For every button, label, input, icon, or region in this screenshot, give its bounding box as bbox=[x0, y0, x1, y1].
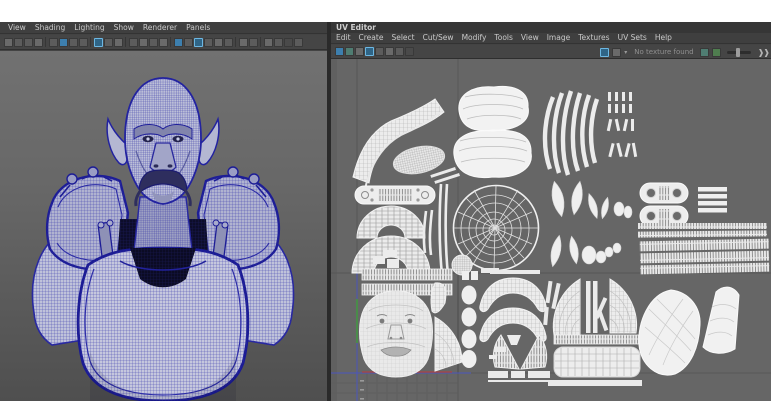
uv-shell-slant-strips[interactable] bbox=[430, 167, 460, 184]
uv-shell-bent-strap[interactable] bbox=[353, 99, 444, 189]
rotate-icon[interactable] bbox=[49, 38, 58, 47]
snap-curve-icon[interactable] bbox=[79, 38, 88, 47]
uv-shell-hatched-band-block[interactable] bbox=[638, 223, 769, 274]
viewport-menu-view[interactable]: View bbox=[8, 23, 26, 33]
uv-shell-bar-stack[interactable] bbox=[698, 187, 727, 213]
uv-shell-ragged-strip[interactable] bbox=[488, 371, 550, 382]
ao-icon[interactable] bbox=[149, 38, 158, 47]
uv-shell-hole-capsules[interactable] bbox=[640, 183, 688, 226]
uv-menu-tools[interactable]: Tools bbox=[494, 33, 512, 43]
uv-menu-view[interactable]: View bbox=[521, 33, 539, 43]
uv-menu-modify[interactable]: Modify bbox=[462, 33, 487, 43]
texture-status: No texture found bbox=[634, 48, 693, 56]
uv-shell-torso-blobs[interactable] bbox=[454, 86, 532, 177]
uv-grid-icon[interactable] bbox=[335, 47, 344, 56]
uv-shell-curved-strips[interactable] bbox=[545, 91, 597, 175]
scale-icon[interactable] bbox=[59, 38, 68, 47]
res-gate-icon[interactable] bbox=[274, 38, 283, 47]
uv-menu-select[interactable]: Select bbox=[391, 33, 414, 43]
image-plane-icon[interactable] bbox=[239, 38, 248, 47]
wireframe-icon[interactable] bbox=[94, 38, 103, 47]
uv-shell-leaf-cluster[interactable] bbox=[548, 180, 632, 267]
paint-select-icon[interactable] bbox=[24, 38, 33, 47]
refresh-icon[interactable] bbox=[700, 48, 709, 57]
exposure-slider[interactable] bbox=[727, 51, 751, 54]
uv-shell-bottom-strip[interactable] bbox=[548, 380, 642, 386]
gradient-icon[interactable] bbox=[224, 38, 233, 47]
textured-icon[interactable] bbox=[114, 38, 123, 47]
shadows-icon[interactable] bbox=[139, 38, 148, 47]
viewport-canvas[interactable] bbox=[0, 51, 327, 401]
motion-blur-icon[interactable] bbox=[159, 38, 168, 47]
snap-grid-icon[interactable] bbox=[69, 38, 78, 47]
uv-editor-titlebar[interactable]: UV Editor bbox=[331, 22, 771, 33]
dropdown-caret-icon[interactable]: ▾ bbox=[624, 49, 627, 56]
joints-icon[interactable] bbox=[194, 38, 203, 47]
uv-menu-uvsets[interactable]: UV Sets bbox=[618, 33, 647, 43]
viewport-menu-show[interactable]: Show bbox=[114, 23, 134, 33]
uv-menu-cutsew[interactable]: Cut/Sew bbox=[423, 33, 454, 43]
image-display-icon[interactable] bbox=[612, 48, 621, 57]
expand-chevrons-icon[interactable]: ❱❱ bbox=[758, 48, 769, 57]
uv-editor-menubar: Edit Create Select Cut/Sew Modify Tools … bbox=[331, 33, 771, 44]
orc-model[interactable] bbox=[0, 51, 327, 401]
dim-image-icon[interactable] bbox=[395, 47, 404, 56]
lasso-icon[interactable] bbox=[14, 38, 23, 47]
uv-menu-image[interactable]: Image bbox=[547, 33, 571, 43]
uv-menu-edit[interactable]: Edit bbox=[336, 33, 351, 43]
pixel-snap-icon[interactable] bbox=[375, 47, 384, 56]
uv-canvas[interactable] bbox=[331, 59, 771, 401]
maya-screenshot: { "app": { "name": "Maya", "chrome_color… bbox=[0, 0, 771, 411]
texture-green-icon[interactable] bbox=[712, 48, 721, 57]
shaded-icon[interactable] bbox=[104, 38, 113, 47]
uv-editor-panel: UV Editor Edit Create Select Cut/Sew Mod… bbox=[331, 22, 771, 401]
gamma-icon[interactable] bbox=[214, 38, 223, 47]
frame-icon[interactable] bbox=[405, 47, 414, 56]
uv-menu-help[interactable]: Help bbox=[655, 33, 672, 43]
uv-shell-face[interactable] bbox=[360, 291, 433, 377]
uv-shell-grid-box[interactable] bbox=[554, 347, 640, 377]
uv-shell-capsule-buttons[interactable] bbox=[355, 186, 435, 204]
uv-shell-fan[interactable] bbox=[703, 287, 739, 353]
grid-icon[interactable] bbox=[385, 47, 394, 56]
uv-menu-textures[interactable]: Textures bbox=[578, 33, 609, 43]
uv-shell-dash-groups[interactable] bbox=[607, 92, 637, 157]
checker-map-icon[interactable] bbox=[365, 47, 374, 56]
uv-shell-quarter-fans[interactable] bbox=[553, 279, 636, 335]
exposure-icon[interactable] bbox=[204, 38, 213, 47]
grid-icon[interactable] bbox=[249, 38, 258, 47]
uv-distortion-icon[interactable] bbox=[355, 47, 364, 56]
uv-toolbar-right: ▾ No texture found ❱❱ bbox=[599, 45, 769, 59]
uv-shade-icon[interactable] bbox=[345, 47, 354, 56]
uv-shell-hatch-bar[interactable] bbox=[554, 335, 640, 344]
viewport-toolbar bbox=[0, 35, 327, 50]
move-icon[interactable] bbox=[34, 38, 43, 47]
viewport-menu-lighting[interactable]: Lighting bbox=[74, 23, 104, 33]
film-gate-icon[interactable] bbox=[264, 38, 273, 47]
safe-action-icon[interactable] bbox=[294, 38, 303, 47]
uv-shell-side-fans[interactable] bbox=[431, 283, 462, 371]
uv-menu-create[interactable]: Create bbox=[359, 33, 384, 43]
viewport-menu-panels[interactable]: Panels bbox=[186, 23, 210, 33]
isolate-icon[interactable] bbox=[174, 38, 183, 47]
viewport-panel: View Shading Lighting Show Renderer Pane… bbox=[0, 22, 327, 401]
uv-editor-title: UV Editor bbox=[336, 23, 376, 32]
uv-shell-horseshoes[interactable] bbox=[352, 206, 430, 273]
uv-shell-collar-arches[interactable] bbox=[480, 268, 561, 345]
texture-view-icon[interactable] bbox=[600, 48, 609, 57]
uv-shell-diamond[interactable] bbox=[639, 290, 700, 375]
app-window: View Shading Lighting Show Renderer Pane… bbox=[0, 22, 771, 401]
lighting-icon[interactable] bbox=[129, 38, 138, 47]
xray-icon[interactable] bbox=[184, 38, 193, 47]
uv-shell-blob-column[interactable] bbox=[462, 271, 479, 368]
select-icon[interactable] bbox=[4, 38, 13, 47]
viewport-menu-renderer[interactable]: Renderer bbox=[143, 23, 177, 33]
viewport-menubar: View Shading Lighting Show Renderer Pane… bbox=[0, 22, 327, 34]
viewport-menu-shading[interactable]: Shading bbox=[35, 23, 65, 33]
gate-mask-icon[interactable] bbox=[284, 38, 293, 47]
